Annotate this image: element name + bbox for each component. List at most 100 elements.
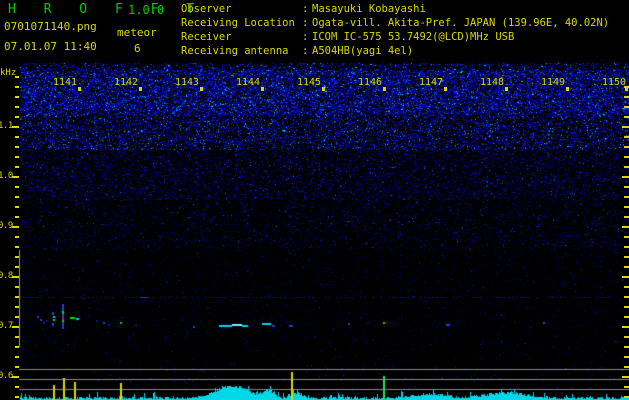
freq-tick-right: [622, 126, 629, 128]
info-value: Masayuki Kobayashi: [312, 3, 426, 15]
freq-tick: [15, 366, 19, 368]
info-row-observer: Observer: Masayuki Kobayashi: [181, 2, 609, 16]
time-tick: [566, 87, 569, 91]
time-tick-label: 1142: [114, 77, 139, 88]
freq-tick: [12, 176, 19, 178]
freq-tick-right: [624, 216, 629, 218]
freq-tick: [15, 216, 19, 218]
freq-tick: [15, 286, 19, 288]
app-title: H R O F F T: [8, 2, 205, 17]
freq-tick-right: [624, 296, 629, 298]
freq-tick-right: [624, 306, 629, 308]
freq-tick: [15, 186, 19, 188]
time-tick-label: 1141: [53, 77, 78, 88]
freq-tick: [15, 106, 19, 108]
info-value: ICOM IC-575 53.7492(@LCD)MHz USB: [312, 31, 515, 43]
info-colon: :: [302, 45, 309, 57]
time-tick-label: 1144: [236, 77, 261, 88]
time-tick-label: 1148: [480, 77, 505, 88]
freq-tick: [15, 356, 19, 358]
freq-tick-right: [624, 266, 629, 268]
freq-axis-unit-label: kHz: [0, 68, 17, 78]
freq-tick-label: 1.1: [0, 121, 13, 131]
app-version: 1.0.0: [128, 3, 165, 17]
time-tick-label: 1149: [541, 77, 566, 88]
time-tick-label: 1150: [602, 77, 627, 88]
freq-tick: [15, 136, 19, 138]
freq-tick: [15, 206, 19, 208]
info-label: Observer: [181, 3, 232, 15]
freq-tick: [12, 276, 19, 278]
freq-tick-right: [624, 386, 629, 388]
freq-tick: [15, 336, 19, 338]
freq-tick: [12, 376, 19, 378]
freq-tick: [15, 246, 19, 248]
freq-tick-right: [624, 346, 629, 348]
mode-label: meteor: [117, 26, 157, 39]
freq-tick-right: [622, 376, 629, 378]
freq-tick: [15, 266, 19, 268]
time-tick: [322, 87, 325, 91]
station-info-block: Observer: Masayuki Kobayashi Receiving Lo…: [181, 2, 609, 58]
freq-tick-label: 0.6: [0, 371, 13, 381]
output-filename: 0701071140.png: [4, 20, 97, 33]
info-row-location: Receiving Location: Ogata-vill. Akita-Pre…: [181, 16, 609, 30]
freq-tick-right: [624, 336, 629, 338]
freq-tick-right: [624, 86, 629, 88]
time-tick: [78, 87, 81, 91]
info-label: Receiver: [181, 31, 232, 43]
freq-tick: [15, 346, 19, 348]
freq-tick-right: [622, 276, 629, 278]
freq-tick: [15, 146, 19, 148]
freq-tick: [15, 116, 19, 118]
meteor-count: 6: [134, 42, 141, 55]
info-colon: :: [302, 17, 309, 29]
freq-tick: [15, 166, 19, 168]
info-value: Ogata-vill. Akita-Pref. JAPAN (139.96E, …: [312, 17, 610, 29]
freq-tick-right: [624, 206, 629, 208]
freq-tick: [15, 236, 19, 238]
freq-tick-label: 0.8: [0, 271, 13, 281]
freq-tick-right: [622, 176, 629, 178]
freq-tick-right: [624, 146, 629, 148]
freq-tick: [15, 196, 19, 198]
freq-tick-right: [624, 356, 629, 358]
info-label: Receiving antenna: [181, 45, 289, 57]
freq-tick-right: [624, 316, 629, 318]
freq-tick: [15, 86, 19, 88]
axis-tick-layer: 1141 1142 1143 1144 1145 1146 1147 1148 1149 1150…: [0, 0, 629, 400]
time-tick: [505, 87, 508, 91]
freq-tick: [12, 226, 19, 228]
freq-tick: [15, 96, 19, 98]
time-tick-label: 1147: [419, 77, 444, 88]
info-value: A504HB(yagi 4el): [312, 45, 414, 57]
freq-tick-right: [624, 166, 629, 168]
freq-tick-label: 0.7: [0, 321, 13, 331]
freq-tick-right: [624, 106, 629, 108]
hrofft-screenshot: H R O F F T 1.0.0 0701071140.png meteor …: [0, 0, 629, 400]
freq-tick-right: [624, 116, 629, 118]
time-tick: [383, 87, 386, 91]
info-colon: :: [302, 31, 309, 43]
freq-tick-right: [624, 246, 629, 248]
freq-tick-right: [624, 136, 629, 138]
info-colon: :: [302, 3, 309, 15]
freq-tick-right: [624, 96, 629, 98]
info-label: Receiving Location: [181, 17, 295, 29]
freq-tick-label: 1.0: [0, 171, 13, 181]
freq-tick: [15, 156, 19, 158]
time-tick-label: 1143: [175, 77, 200, 88]
freq-tick-right: [624, 396, 629, 398]
time-tick-label: 1145: [297, 77, 322, 88]
freq-tick: [12, 126, 19, 128]
freq-tick-right: [624, 366, 629, 368]
freq-tick: [15, 316, 19, 318]
freq-tick: [15, 256, 19, 258]
freq-tick-right: [624, 186, 629, 188]
time-tick: [139, 87, 142, 91]
freq-tick-right: [624, 156, 629, 158]
freq-tick-right: [622, 226, 629, 228]
freq-tick-right: [622, 326, 629, 328]
freq-tick-right: [624, 286, 629, 288]
freq-tick-right: [624, 236, 629, 238]
